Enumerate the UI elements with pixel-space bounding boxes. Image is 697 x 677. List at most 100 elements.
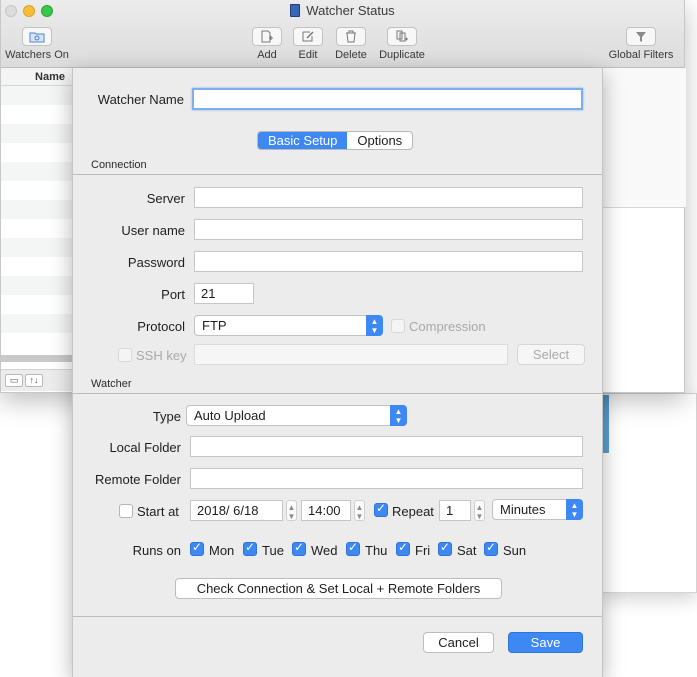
background-window-content (602, 395, 609, 453)
start-at-label: Start at (137, 504, 179, 519)
thu-checkbox[interactable] (346, 540, 360, 556)
server-input[interactable] (194, 187, 583, 208)
local-folder-label: Local Folder (109, 440, 181, 455)
titlebar: Watcher Status Watchers On Add Edit Dele… (1, 0, 684, 68)
chevron-updown-icon: ▲ ▼ (390, 405, 407, 426)
sat-label: Sat (457, 543, 477, 558)
repeat-checkbox[interactable] (374, 501, 388, 517)
list-row[interactable] (1, 86, 73, 105)
fri-checkbox[interactable] (396, 540, 410, 556)
local-folder-input[interactable] (190, 436, 583, 457)
protocol-select[interactable]: FTP ▲ ▼ (194, 315, 383, 336)
delete-button[interactable]: Delete (333, 27, 369, 61)
panel-toggle-icon[interactable]: ▭ (5, 374, 23, 387)
window-title-text: Watcher Status (306, 3, 395, 18)
sort-icon[interactable]: ↑↓ (25, 374, 43, 387)
list-column-header[interactable]: Name (1, 68, 73, 86)
compression-checkbox[interactable] (391, 319, 405, 333)
watchers-on-label: Watchers On (5, 49, 69, 61)
compression-label: Compression (409, 319, 486, 334)
server-label: Server (146, 191, 185, 206)
edit-button[interactable]: Edit (292, 27, 324, 61)
global-filters-label: Global Filters (608, 49, 674, 61)
start-date-input[interactable]: 2018/ 6/18 (190, 500, 283, 521)
duplicate-button[interactable]: Duplicate (376, 27, 428, 61)
duplicate-label: Duplicate (379, 49, 425, 61)
select-sshkey-button[interactable]: Select (517, 344, 585, 365)
check-connection-button[interactable]: Check Connection & Set Local + Remote Fo… (175, 578, 502, 599)
sshkey-input[interactable] (194, 344, 508, 365)
list-row[interactable] (1, 219, 73, 238)
connection-section-label: Connection (91, 159, 147, 171)
port-input[interactable]: 21 (194, 283, 254, 304)
list-bottom-bar: ▭ ↑↓ (1, 369, 73, 391)
mon-label: Mon (209, 543, 235, 558)
sshkey-checkbox[interactable] (118, 348, 132, 362)
pencil-icon (293, 27, 323, 46)
wed-label: Wed (311, 543, 338, 558)
tue-label: Tue (262, 543, 284, 558)
date-stepper[interactable]: ▲ ▼ (286, 500, 297, 521)
tab-options[interactable]: Options (347, 132, 412, 149)
delete-label: Delete (335, 49, 367, 61)
watcher-section-label: Watcher (91, 378, 132, 390)
sun-checkbox[interactable] (484, 540, 498, 556)
start-at-checkbox[interactable] (119, 504, 133, 518)
username-input[interactable] (194, 219, 583, 240)
list-row[interactable] (1, 162, 73, 181)
tab-basic-setup[interactable]: Basic Setup (258, 132, 348, 149)
save-button[interactable]: Save (508, 632, 583, 653)
horizontal-scrollbar[interactable] (1, 355, 73, 362)
repeat-stepper[interactable]: ▲ ▼ (474, 500, 485, 521)
list-row[interactable] (1, 124, 73, 143)
global-filters-button[interactable]: Global Filters (605, 27, 677, 61)
start-time-input[interactable]: 14:00 (301, 500, 351, 521)
repeat-unit-value: Minutes (500, 502, 546, 517)
add-label: Add (257, 49, 277, 61)
port-label: Port (161, 287, 185, 302)
runs-on-label: Runs on (132, 543, 181, 558)
list-row[interactable] (1, 143, 73, 162)
password-input[interactable] (194, 251, 583, 272)
list-row[interactable] (1, 181, 73, 200)
chevron-updown-icon: ▲ ▼ (566, 499, 583, 520)
list-row[interactable] (1, 238, 73, 257)
cancel-button[interactable]: Cancel (423, 632, 494, 653)
remote-folder-input[interactable] (190, 468, 583, 489)
watcher-list[interactable] (1, 86, 73, 354)
type-select[interactable]: Auto Upload ▲ ▼ (186, 405, 407, 426)
protocol-select-value: FTP (202, 318, 227, 333)
repeat-label: Repeat (392, 504, 434, 519)
repeat-count-input[interactable]: 1 (439, 500, 471, 521)
watcher-name-input[interactable] (192, 88, 583, 110)
sat-checkbox[interactable] (438, 540, 452, 556)
list-row[interactable] (1, 257, 73, 276)
tue-checkbox[interactable] (243, 540, 257, 556)
add-button[interactable]: Add (251, 27, 283, 61)
list-row[interactable] (1, 105, 73, 124)
list-row[interactable] (1, 276, 73, 295)
watcher-divider (73, 393, 602, 394)
chevron-updown-icon: ▲ ▼ (366, 315, 383, 336)
duplicate-icon (387, 27, 417, 46)
type-label: Type (152, 409, 181, 424)
edit-label: Edit (298, 49, 318, 61)
watchers-on-button[interactable]: Watchers On (3, 27, 71, 61)
wed-checkbox[interactable] (292, 540, 306, 556)
mon-checkbox[interactable] (190, 540, 204, 556)
list-row[interactable] (1, 200, 73, 219)
detail-pane (603, 68, 686, 208)
list-row[interactable] (1, 295, 73, 314)
repeat-unit-select[interactable]: Minutes ▲ ▼ (492, 499, 583, 520)
list-row[interactable] (1, 314, 73, 333)
time-stepper[interactable]: ▲ ▼ (354, 500, 365, 521)
protocol-label: Protocol (137, 319, 185, 334)
add-document-icon (252, 27, 282, 46)
window-title: Watcher Status (1, 3, 684, 18)
document-icon (290, 4, 301, 17)
list-row[interactable] (1, 333, 73, 352)
username-label: User name (121, 223, 185, 238)
type-select-value: Auto Upload (194, 408, 266, 423)
tab-segmented-control[interactable]: Basic Setup Options (257, 131, 414, 150)
connection-divider (73, 174, 602, 175)
